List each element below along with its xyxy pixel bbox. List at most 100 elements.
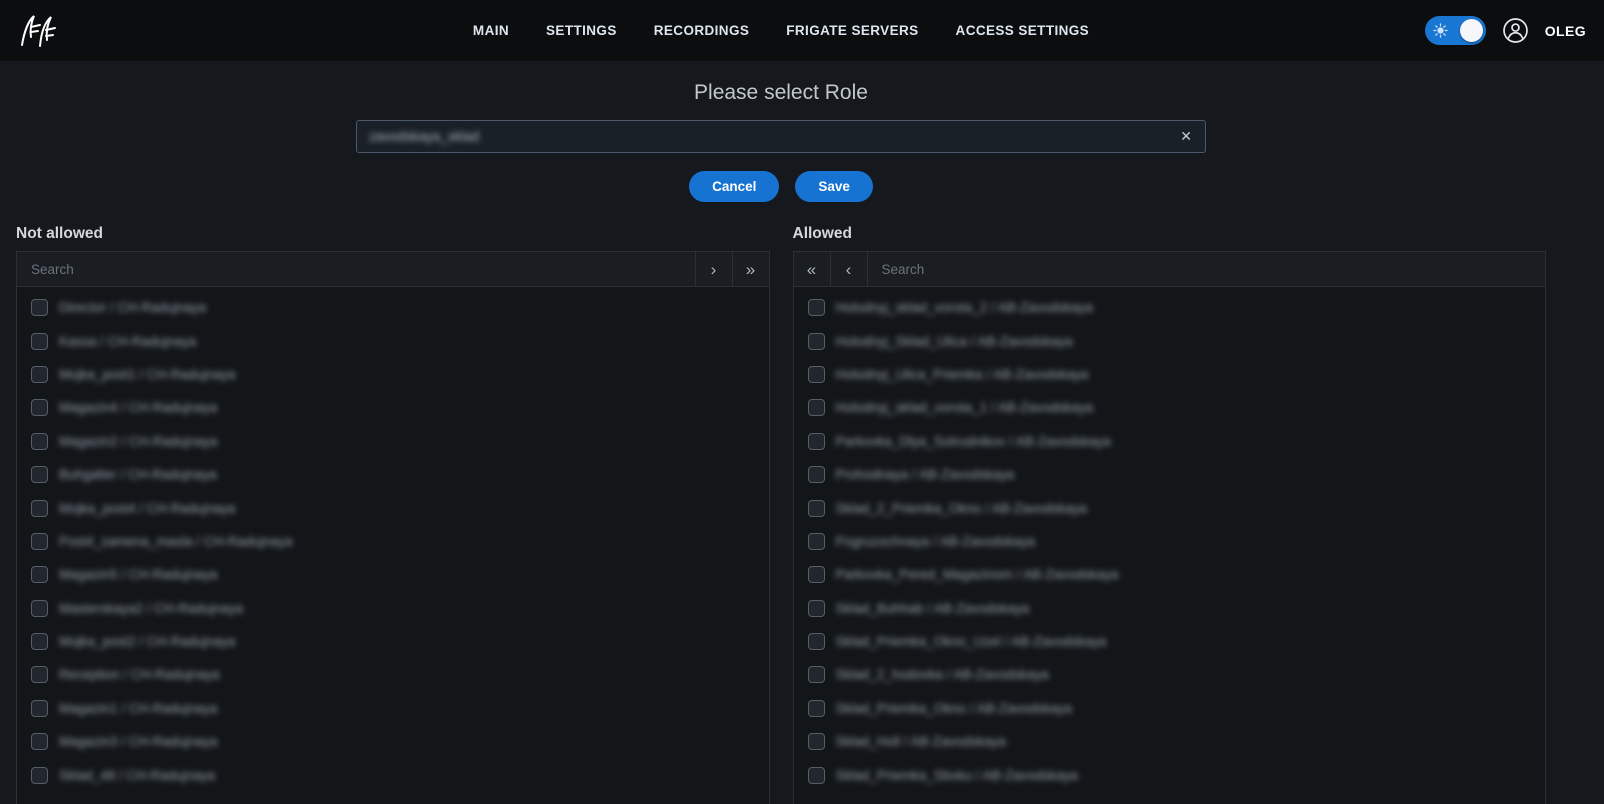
row-checkbox[interactable] (31, 466, 48, 483)
not-allowed-search-input[interactable] (17, 252, 695, 286)
not-allowed-list: Director / CH-Radujnaya Kassa / CH-Raduj… (17, 287, 769, 792)
camera-row[interactable]: Sklad_2_Priemka_Okno / AB-Zavodskaya (794, 491, 1546, 524)
camera-label: Holodnyj_Sklad_Ulica / AB-Zavodskaya (836, 334, 1073, 349)
allowed-panel: « ‹ Holodnyj_sklad_vorota_2 / AB-Zavodsk… (793, 251, 1547, 804)
camera-label: Prohodnaya / AB-Zavodskaya (836, 467, 1015, 482)
camera-row[interactable]: Parkovka_Pered_Magazinom / AB-Zavodskaya (794, 558, 1546, 591)
row-checkbox[interactable] (808, 633, 825, 650)
camera-row[interactable]: Prohodnaya / AB-Zavodskaya (794, 458, 1546, 491)
row-checkbox[interactable] (31, 633, 48, 650)
user-icon[interactable] (1502, 17, 1529, 44)
camera-row[interactable]: Sklad_Priemka_Okno / AB-Zavodskaya (794, 692, 1546, 725)
row-checkbox[interactable] (31, 700, 48, 717)
camera-row[interactable]: Magazin5 / CH-Radujnaya (17, 558, 769, 591)
row-checkbox[interactable] (31, 433, 48, 450)
row-checkbox[interactable] (31, 566, 48, 583)
row-checkbox[interactable] (31, 299, 48, 316)
row-checkbox[interactable] (808, 600, 825, 617)
camera-row[interactable]: Buhgalter / CH-Radujnaya (17, 458, 769, 491)
cancel-button[interactable]: Cancel (689, 171, 779, 202)
nav-link-settings[interactable]: SETTINGS (546, 23, 617, 38)
row-checkbox[interactable] (808, 466, 825, 483)
camera-label: Sklad_Holl / AB-Zavodskaya (836, 734, 1006, 749)
camera-row[interactable]: Kassa / CH-Radujnaya (17, 324, 769, 357)
row-checkbox[interactable] (808, 733, 825, 750)
nav-link-main[interactable]: MAIN (473, 23, 509, 38)
row-checkbox[interactable] (808, 366, 825, 383)
nav-link-recordings[interactable]: RECORDINGS (654, 23, 750, 38)
row-checkbox[interactable] (31, 733, 48, 750)
content: Please select Role ✕ Cancel Save Not all… (0, 81, 1562, 804)
camera-row[interactable]: Sklad_Priemka_Okno_Uzel / AB-Zavodskaya (794, 625, 1546, 658)
page-title: Please select Role (0, 81, 1562, 105)
row-checkbox[interactable] (808, 566, 825, 583)
camera-row[interactable]: Director / CH-Radujnaya (17, 291, 769, 324)
camera-row[interactable]: Magazin3 / CH-Radujnaya (17, 725, 769, 758)
allowed-search-input[interactable] (868, 252, 1546, 286)
move-all-right-button[interactable]: » (732, 252, 769, 286)
camera-row[interactable]: Holodnyj_Sklad_Ulica / AB-Zavodskaya (794, 324, 1546, 357)
row-checkbox[interactable] (808, 333, 825, 350)
app-logo[interactable] (18, 11, 60, 51)
camera-row[interactable]: Mojka_post2 / CH-Radujnaya (17, 625, 769, 658)
camera-label: Mojka_post2 / CH-Radujnaya (59, 634, 235, 649)
row-checkbox[interactable] (808, 533, 825, 550)
nav-link-frigate-servers[interactable]: FRIGATE SERVERS (786, 23, 918, 38)
camera-row[interactable]: Magazin2 / CH-Radujnaya (17, 425, 769, 458)
camera-row[interactable]: Sklad_Buhhab / AB-Zavodskaya (794, 592, 1546, 625)
row-checkbox[interactable] (808, 700, 825, 717)
camera-row[interactable]: Masterskaya2 / CH-Radujnaya (17, 592, 769, 625)
camera-row[interactable]: Holodnyj_sklad_vorota_2 / AB-Zavodskaya (794, 291, 1546, 324)
row-checkbox[interactable] (808, 433, 825, 450)
camera-label: Magazin1 / CH-Radujnaya (59, 701, 217, 716)
camera-row[interactable]: Sklad_Holl / AB-Zavodskaya (794, 725, 1546, 758)
main-nav: MAIN SETTINGS RECORDINGS FRIGATE SERVERS… (473, 23, 1089, 38)
camera-row[interactable]: Mojka_post4 / CH-Radujnaya (17, 491, 769, 524)
camera-row[interactable]: Post4_zamena_masla / CH-Radujnaya (17, 525, 769, 558)
nav-link-access-settings[interactable]: ACCESS SETTINGS (956, 23, 1090, 38)
camera-row[interactable]: Parkovka_Dlya_Sotrudnikov / AB-Zavodskay… (794, 425, 1546, 458)
camera-label: Masterskaya2 / CH-Radujnaya (59, 601, 243, 616)
row-checkbox[interactable] (808, 299, 825, 316)
row-checkbox[interactable] (31, 767, 48, 784)
row-checkbox[interactable] (31, 533, 48, 550)
row-checkbox[interactable] (31, 666, 48, 683)
row-checkbox[interactable] (808, 500, 825, 517)
camera-row[interactable]: Holodnyj_Ulica_Priemka / AB-Zavodskaya (794, 358, 1546, 391)
camera-row[interactable]: Sklad_Priemka_Sboku / AB-Zavodskaya (794, 758, 1546, 791)
row-checkbox[interactable] (808, 666, 825, 683)
camera-row[interactable]: Sklad_48 / CH-Radujnaya (17, 758, 769, 791)
move-selected-right-button[interactable]: › (695, 252, 732, 286)
move-selected-left-button[interactable]: ‹ (831, 252, 868, 286)
row-checkbox[interactable] (31, 333, 48, 350)
toggle-knob (1460, 19, 1483, 42)
role-input-wrap: ✕ (356, 120, 1206, 153)
camera-label: Mojka_post1 / CH-Radujnaya (59, 367, 235, 382)
clear-icon[interactable]: ✕ (1176, 121, 1196, 152)
camera-row[interactable]: Mojka_post1 / CH-Radujnaya (17, 358, 769, 391)
role-input[interactable] (357, 121, 1205, 152)
save-button[interactable]: Save (795, 171, 873, 202)
camera-label: Magazin4 / CH-Radujnaya (59, 400, 217, 415)
camera-row[interactable]: Magazin4 / CH-Radujnaya (17, 391, 769, 424)
camera-label: Reception / CH-Radujnaya (59, 667, 220, 682)
theme-toggle[interactable] (1425, 16, 1486, 45)
camera-label: Magazin5 / CH-Radujnaya (59, 567, 217, 582)
camera-row[interactable]: Magazin1 / CH-Radujnaya (17, 692, 769, 725)
move-all-left-button[interactable]: « (794, 252, 831, 286)
camera-row[interactable]: Sklad_2_hodovka / AB-Zavodskaya (794, 658, 1546, 691)
camera-row[interactable]: Pogruzochnaya / AB-Zavodskaya (794, 525, 1546, 558)
row-checkbox[interactable] (31, 399, 48, 416)
camera-row[interactable]: Holodnyj_sklad_vorota_1 / AB-Zavodskaya (794, 391, 1546, 424)
row-checkbox[interactable] (31, 600, 48, 617)
camera-label: Holodnyj_sklad_vorota_2 / AB-Zavodskaya (836, 300, 1093, 315)
camera-label: Holodnyj_Ulica_Priemka / AB-Zavodskaya (836, 367, 1089, 382)
row-checkbox[interactable] (808, 399, 825, 416)
navbar: MAIN SETTINGS RECORDINGS FRIGATE SERVERS… (0, 0, 1604, 61)
not-allowed-title: Not allowed (16, 225, 770, 243)
camera-row[interactable]: Reception / CH-Radujnaya (17, 658, 769, 691)
row-checkbox[interactable] (808, 767, 825, 784)
camera-label: Sklad_Priemka_Okno / AB-Zavodskaya (836, 701, 1072, 716)
row-checkbox[interactable] (31, 500, 48, 517)
row-checkbox[interactable] (31, 366, 48, 383)
